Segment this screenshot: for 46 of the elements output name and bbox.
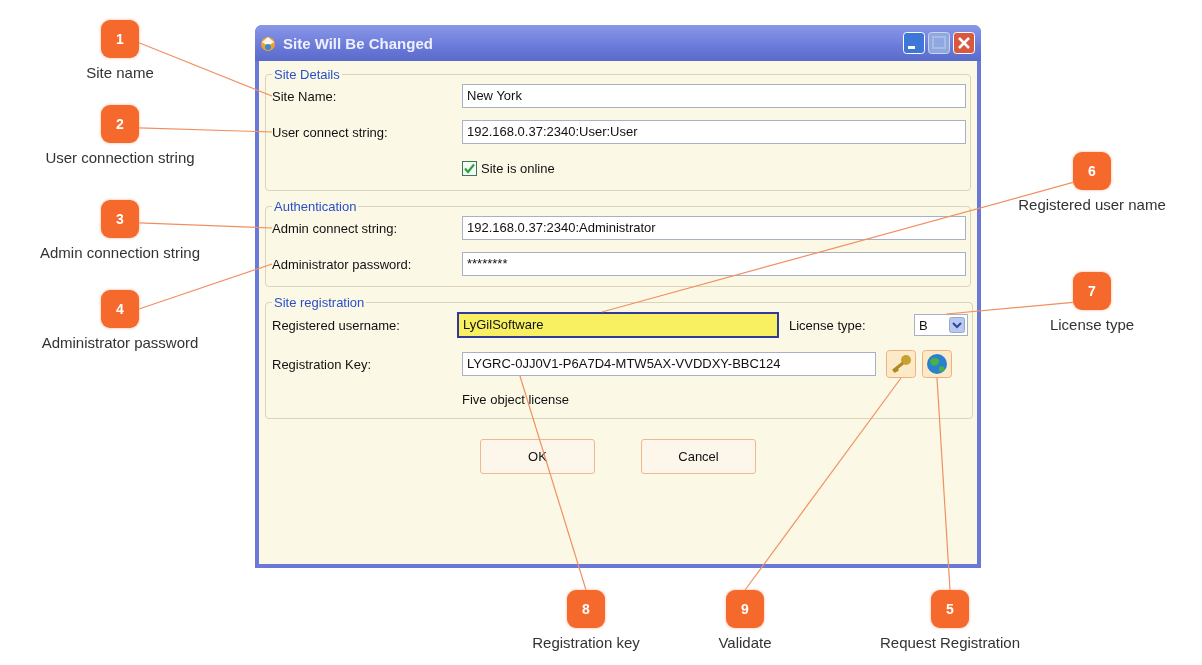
callout-label: User connection string: [45, 149, 195, 166]
field-label: Site Name:: [272, 88, 338, 104]
callout-badge: 2: [101, 105, 139, 143]
callout-label: Administrator password: [41, 334, 199, 351]
callout-badge: 4: [101, 290, 139, 328]
field-label: User connect string:: [272, 124, 389, 140]
callout-label: Site name: [86, 64, 154, 81]
callout-label: Admin connection string: [39, 244, 201, 261]
field-label: Registration Key:: [272, 356, 372, 372]
dialog-button[interactable]: Cancel: [641, 439, 756, 474]
field-label: Administrator password:: [272, 256, 413, 272]
callout-badge: 7: [1073, 272, 1111, 310]
field-label: Admin connect string:: [272, 220, 398, 236]
group-title: Site Details: [273, 67, 341, 82]
checkbox[interactable]: [462, 160, 477, 176]
close-icon[interactable]: [953, 32, 975, 54]
callout-badge: 1: [101, 20, 139, 58]
text-field[interactable]: LYGRC-0JJ0V1-P6A7D4-MTW5AX-VVDDXY-BBC124: [462, 352, 876, 376]
callout-label: License type: [1049, 316, 1135, 333]
license-type-dropdown[interactable]: B: [914, 314, 968, 336]
checkbox-label[interactable]: Site is online: [481, 160, 555, 176]
window-title: Site Will Be Changed: [283, 34, 433, 52]
callout-label: Validate: [718, 634, 772, 651]
field-label: Registered username:: [272, 317, 401, 333]
callout-badge: 6: [1073, 152, 1111, 190]
callout-badge: 3: [101, 200, 139, 238]
callout-badge: 5: [931, 590, 969, 628]
text-field[interactable]: 192.168.0.37:2340:Administrator: [462, 216, 966, 240]
dialog-button[interactable]: OK: [480, 439, 595, 474]
license-description: Five object license: [462, 391, 569, 407]
group-title: Site registration: [273, 295, 366, 310]
callout-badge: 9: [726, 590, 764, 628]
callout-label: Request Registration: [879, 634, 1021, 651]
globe-icon[interactable]: [922, 350, 952, 378]
combo-label: License type:: [789, 317, 867, 333]
app-icon: [259, 34, 277, 52]
minimize-icon[interactable]: [903, 32, 925, 54]
text-field[interactable]: 192.168.0.37:2340:User:User: [462, 120, 966, 144]
text-field[interactable]: LyGilSoftware: [457, 312, 779, 338]
callout-label: Registration key: [532, 634, 640, 651]
group-title: Authentication: [273, 199, 358, 214]
text-field[interactable]: ********: [462, 252, 966, 276]
key-icon[interactable]: [886, 350, 916, 378]
callout-badge: 8: [567, 590, 605, 628]
text-field[interactable]: New York: [462, 84, 966, 108]
callout-label: Registered user name: [1018, 196, 1166, 213]
